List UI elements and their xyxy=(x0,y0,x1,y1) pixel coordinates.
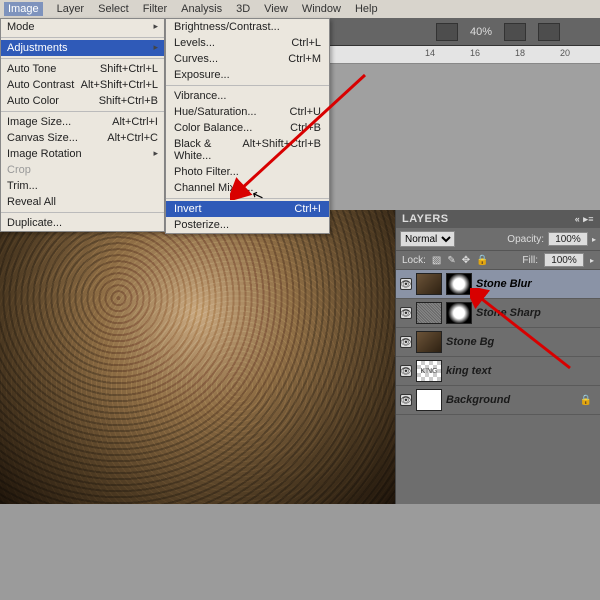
layer-row-stone-blur[interactable]: 👁 Stone Blur xyxy=(396,270,600,299)
menu-item-canvas-size[interactable]: Canvas Size...Alt+Ctrl+C xyxy=(1,130,164,146)
menu-view[interactable]: View xyxy=(264,3,288,15)
menu-item-color-balance[interactable]: Color Balance...Ctrl+B xyxy=(166,120,329,136)
menu-item-vibrance[interactable]: Vibrance... xyxy=(166,88,329,104)
lock-transparency-icon[interactable]: ▧ xyxy=(432,255,441,266)
toolbar-well[interactable] xyxy=(538,23,560,41)
menu-item-duplicate[interactable]: Duplicate... xyxy=(1,215,164,231)
layer-name[interactable]: king text xyxy=(446,365,491,377)
opacity-value[interactable]: 100% xyxy=(548,232,588,246)
layers-title: LAYERS xyxy=(402,213,449,225)
menu-item-crop: Crop xyxy=(1,162,164,178)
adjustments-submenu[interactable]: Brightness/Contrast...Levels...Ctrl+LCur… xyxy=(165,18,330,234)
menu-item-reveal-all[interactable]: Reveal All xyxy=(1,194,164,210)
layer-name[interactable]: Stone Bg xyxy=(446,336,494,348)
layer-name[interactable]: Background xyxy=(446,394,510,406)
layer-thumbnail[interactable] xyxy=(416,273,442,295)
zoom-value[interactable]: 40% xyxy=(470,26,492,38)
menu-item-photo-filter[interactable]: Photo Filter... xyxy=(166,164,329,180)
menu-item-black-white[interactable]: Black & White...Alt+Shift+Ctrl+B xyxy=(166,136,329,164)
image-menu-dropdown[interactable]: ModeAdjustmentsAuto ToneShift+Ctrl+LAuto… xyxy=(0,18,165,232)
layer-thumbnail[interactable]: KING xyxy=(416,360,442,382)
lock-move-icon[interactable]: ✥ xyxy=(462,255,470,266)
menu-separator xyxy=(1,58,164,59)
menu-item-auto-color[interactable]: Auto ColorShift+Ctrl+B xyxy=(1,93,164,109)
menu-separator xyxy=(166,85,329,86)
ruler-tick: 16 xyxy=(470,48,480,58)
layer-row-background[interactable]: 👁 Background 🔒 xyxy=(396,386,600,415)
canvas-image[interactable] xyxy=(0,210,395,504)
menu-item-posterize[interactable]: Posterize... xyxy=(166,217,329,233)
panel-menu-icon[interactable]: « ▸≡ xyxy=(575,214,594,225)
lock-all-icon[interactable]: 🔒 xyxy=(476,255,488,266)
ruler-tick: 20 xyxy=(560,48,570,58)
lock-label: Lock: xyxy=(402,255,426,266)
layer-row-stone-bg[interactable]: 👁 Stone Bg xyxy=(396,328,600,357)
layer-mask-thumbnail[interactable] xyxy=(446,273,472,295)
menu-item-adjustments[interactable]: Adjustments xyxy=(1,40,164,56)
menu-separator xyxy=(1,37,164,38)
layer-name[interactable]: Stone Blur xyxy=(476,278,532,290)
layer-list[interactable]: 👁 Stone Blur 👁 Stone Sharp 👁 Stone Bg 👁 KING kin… xyxy=(396,270,600,415)
menu-separator xyxy=(166,198,329,199)
menu-item-trim[interactable]: Trim... xyxy=(1,178,164,194)
menu-item-image-size[interactable]: Image Size...Alt+Ctrl+I xyxy=(1,114,164,130)
menu-3d[interactable]: 3D xyxy=(236,3,250,15)
menu-item-levels[interactable]: Levels...Ctrl+L xyxy=(166,35,329,51)
menu-select[interactable]: Select xyxy=(98,3,129,15)
ruler-tick: 14 xyxy=(425,48,435,58)
visibility-eye-icon[interactable]: 👁 xyxy=(400,307,412,319)
lock-icon: 🔒 xyxy=(580,395,592,406)
toolbar-well[interactable] xyxy=(436,23,458,41)
layer-row-king-text[interactable]: 👁 KING king text xyxy=(396,357,600,386)
menu-item-brightness-contrast[interactable]: Brightness/Contrast... xyxy=(166,19,329,35)
menu-item-hue-saturation[interactable]: Hue/Saturation...Ctrl+U xyxy=(166,104,329,120)
layer-thumbnail[interactable] xyxy=(416,302,442,324)
menu-filter[interactable]: Filter xyxy=(143,3,167,15)
bottom-area xyxy=(0,504,600,600)
visibility-eye-icon[interactable]: 👁 xyxy=(400,336,412,348)
menu-layer[interactable]: Layer xyxy=(57,3,85,15)
menu-item-auto-contrast[interactable]: Auto ContrastAlt+Shift+Ctrl+L xyxy=(1,77,164,93)
visibility-eye-icon[interactable]: 👁 xyxy=(400,365,412,377)
menu-item-exposure[interactable]: Exposure... xyxy=(166,67,329,83)
layers-panel-header: LAYERS « ▸≡ xyxy=(396,210,600,228)
opacity-label: Opacity: xyxy=(507,234,544,245)
menu-item-invert[interactable]: InvertCtrl+I xyxy=(166,201,329,217)
menu-item-image-rotation[interactable]: Image Rotation xyxy=(1,146,164,162)
menu-window[interactable]: Window xyxy=(302,3,341,15)
blend-mode-select[interactable]: Normal xyxy=(400,231,455,247)
menu-separator xyxy=(1,111,164,112)
visibility-eye-icon[interactable]: 👁 xyxy=(400,394,412,406)
menu-help[interactable]: Help xyxy=(355,3,378,15)
layer-name[interactable]: Stone Sharp xyxy=(476,307,541,319)
visibility-eye-icon[interactable]: 👁 xyxy=(400,278,412,290)
menu-item-auto-tone[interactable]: Auto ToneShift+Ctrl+L xyxy=(1,61,164,77)
menu-image[interactable]: Image xyxy=(4,2,43,16)
ruler-tick: 18 xyxy=(515,48,525,58)
menubar[interactable]: Image Layer Select Filter Analysis 3D View Wind… xyxy=(0,0,600,18)
menu-separator xyxy=(1,212,164,213)
lock-brush-icon[interactable]: ✎ xyxy=(447,255,455,266)
toolbar-well[interactable] xyxy=(504,23,526,41)
menu-item-channel-mixer[interactable]: Channel Mixer... xyxy=(166,180,329,196)
layer-row-stone-sharp[interactable]: 👁 Stone Sharp xyxy=(396,299,600,328)
layers-panel[interactable]: LAYERS « ▸≡ Normal Opacity: 100%▸ Lock: … xyxy=(395,210,600,530)
menu-item-mode[interactable]: Mode xyxy=(1,19,164,35)
layer-thumbnail[interactable] xyxy=(416,389,442,411)
layer-mask-thumbnail[interactable] xyxy=(446,302,472,324)
menu-analysis[interactable]: Analysis xyxy=(181,3,222,15)
layers-options-row: Normal Opacity: 100%▸ xyxy=(396,228,600,250)
menu-item-curves[interactable]: Curves...Ctrl+M xyxy=(166,51,329,67)
lock-row: Lock: ▧ ✎ ✥ 🔒 Fill: 100%▸ xyxy=(396,250,600,270)
fill-label: Fill: xyxy=(522,255,538,266)
layer-thumbnail[interactable] xyxy=(416,331,442,353)
fill-value[interactable]: 100% xyxy=(544,253,584,267)
